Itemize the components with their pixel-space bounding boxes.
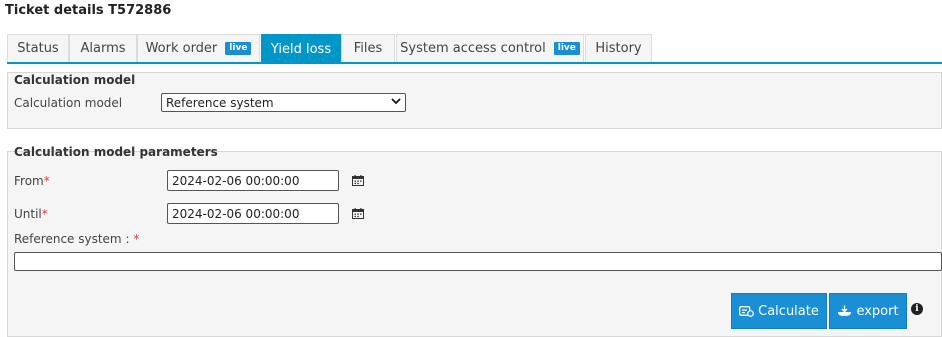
tab-label: Status xyxy=(17,41,59,56)
reference-system-input[interactable] xyxy=(14,252,942,271)
calculate-button[interactable]: Calculate xyxy=(731,293,827,329)
select-value: Reference system xyxy=(166,95,274,110)
calendar-icon[interactable] xyxy=(352,175,364,186)
until-date-input[interactable]: 2024-02-06 00:00:00 xyxy=(167,203,339,224)
tab-label: Yield loss xyxy=(270,41,332,57)
tab-label: Files xyxy=(353,41,383,56)
tab-history[interactable]: History xyxy=(585,34,652,62)
required-mark: * xyxy=(41,207,48,221)
yield-loss-panel: Calculation model Calculation model Refe… xyxy=(7,64,942,337)
reference-system-label: Reference system : * xyxy=(14,232,139,246)
live-badge: live xyxy=(225,42,252,55)
live-badge: live xyxy=(553,42,580,55)
tab-status[interactable]: Status xyxy=(7,34,69,62)
from-date-input[interactable]: 2024-02-06 00:00:00 xyxy=(167,170,339,191)
from-label-text: From xyxy=(14,174,44,188)
calculation-model-select[interactable]: Reference system xyxy=(161,93,406,112)
required-mark: * xyxy=(133,232,140,246)
export-icon xyxy=(838,305,852,316)
until-label: Until* xyxy=(14,207,48,221)
from-date-value: 2024-02-06 00:00:00 xyxy=(172,173,300,188)
page-title: Ticket details T572886 xyxy=(5,3,172,18)
tab-label: System access control xyxy=(400,41,546,56)
until-date-value: 2024-02-06 00:00:00 xyxy=(172,206,300,221)
tab-label: History xyxy=(595,41,642,56)
until-label-text: Until xyxy=(14,207,42,221)
tab-yield-loss[interactable]: Yield loss xyxy=(261,34,341,63)
calculation-model-legend: Calculation model xyxy=(14,73,136,87)
calculate-label: Calculate xyxy=(758,303,819,319)
calculation-model-label: Calculation model xyxy=(14,96,123,110)
chevron-down-icon xyxy=(391,97,401,108)
info-icon[interactable]: i xyxy=(911,303,923,315)
tab-alarms[interactable]: Alarms xyxy=(69,34,137,62)
tab-label: Work order xyxy=(145,41,218,56)
tab-system-access-control[interactable]: System access control live xyxy=(396,34,584,62)
tab-label: Alarms xyxy=(80,41,126,56)
parameters-legend: Calculation model parameters xyxy=(14,145,218,159)
tab-files[interactable]: Files xyxy=(341,34,395,62)
export-label: export xyxy=(856,303,899,319)
calculation-model-fieldset xyxy=(7,72,942,129)
reference-system-label-text: Reference system : xyxy=(14,232,130,246)
from-label: From* xyxy=(14,174,50,188)
required-mark: * xyxy=(43,174,50,188)
calendar-icon[interactable] xyxy=(352,208,364,219)
tab-work-order[interactable]: Work order live xyxy=(137,34,260,62)
export-button[interactable]: export xyxy=(829,293,907,329)
calculator-icon xyxy=(739,306,755,317)
